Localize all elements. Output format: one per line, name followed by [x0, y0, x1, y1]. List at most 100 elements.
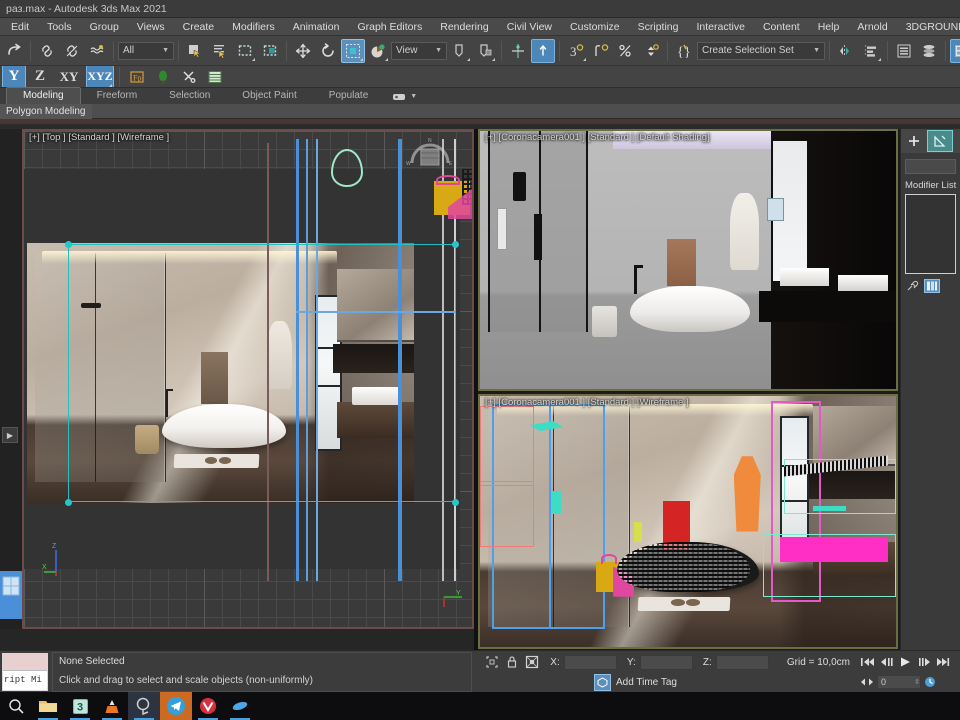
- select-and-move-icon[interactable]: [291, 39, 315, 63]
- camera-shaded-viewport[interactable]: [+] [Coronacamera001 ] [Standard ] [Defa…: [478, 129, 898, 391]
- select-object-icon[interactable]: [183, 39, 207, 63]
- menu-graph-editors[interactable]: Graph Editors: [348, 18, 431, 36]
- select-link-icon[interactable]: [35, 39, 59, 63]
- pin-stack-icon[interactable]: [905, 279, 921, 293]
- tab-freeform[interactable]: Freeform: [81, 88, 154, 104]
- mirror-icon[interactable]: [834, 39, 858, 63]
- menu-views[interactable]: Views: [128, 18, 174, 36]
- go-to-end-icon[interactable]: [936, 656, 950, 668]
- spinner-arrows-icon[interactable]: ⇳: [914, 676, 920, 689]
- file-explorer-icon[interactable]: [32, 692, 64, 720]
- menu-content[interactable]: Content: [754, 18, 809, 36]
- menu-customize[interactable]: Customize: [561, 18, 629, 36]
- x-field[interactable]: [563, 654, 617, 670]
- selection-handle-tr[interactable]: [452, 241, 459, 248]
- menu-animation[interactable]: Animation: [284, 18, 349, 36]
- go-to-start-icon[interactable]: [860, 656, 876, 668]
- key-mode-icon[interactable]: [860, 677, 874, 687]
- menu-edit[interactable]: Edit: [2, 18, 38, 36]
- function-plot-icon[interactable]: Fp: [125, 66, 149, 87]
- material-editor-icon[interactable]: [950, 38, 960, 63]
- ribbon-panel-label[interactable]: Polygon Modeling: [0, 103, 92, 119]
- next-frame-icon[interactable]: [917, 656, 933, 668]
- vlc-icon[interactable]: [96, 692, 128, 720]
- camera-wireframe-viewport[interactable]: [+] [Coronacamera001 ] [Standard ] [Wire…: [478, 394, 898, 649]
- select-and-rotate-icon[interactable]: [316, 39, 340, 63]
- show-end-result-icon[interactable]: [924, 279, 940, 293]
- reference-coordinate-combo[interactable]: View ▼: [391, 41, 447, 60]
- select-and-scale-icon[interactable]: [341, 38, 365, 63]
- calculator-icon[interactable]: 3: [64, 692, 96, 720]
- tab-modeling[interactable]: Modeling: [6, 87, 81, 104]
- menu-rendering[interactable]: Rendering: [431, 18, 497, 36]
- menu-group[interactable]: Group: [81, 18, 128, 36]
- view-cube[interactable]: N W E: [404, 133, 456, 179]
- browser-icon[interactable]: [224, 692, 256, 720]
- camera-shaded-viewport-label[interactable]: [+] [Coronacamera001 ] [Standard ] [Defa…: [485, 132, 710, 143]
- selection-lock-icon[interactable]: [484, 654, 500, 671]
- top-viewport-label[interactable]: [+] [Top ] [Standard ] [Wireframe ]: [29, 132, 169, 143]
- render-plane-object[interactable]: [27, 243, 414, 503]
- play-animation-icon[interactable]: [898, 656, 914, 668]
- reference-coord-icon[interactable]: [366, 39, 390, 63]
- viewport-splitter-vertical[interactable]: [474, 129, 478, 650]
- menu-create[interactable]: Create: [174, 18, 224, 36]
- ribbon-options-button[interactable]: ▼: [384, 89, 425, 104]
- layer-explorer-icon[interactable]: [892, 39, 916, 63]
- axis-constraint-xyz[interactable]: XYZ: [86, 66, 114, 87]
- window-crossing-icon[interactable]: [258, 39, 282, 63]
- modifier-stack-list[interactable]: [905, 194, 956, 274]
- snaps-toggle-icon[interactable]: 3: [564, 39, 588, 63]
- tab-selection[interactable]: Selection: [153, 88, 226, 104]
- camera-wireframe-viewport-label[interactable]: [+] [Coronacamera001 ] [Standard ] [Wire…: [485, 397, 689, 408]
- scene-explorer-icon[interactable]: [917, 39, 941, 63]
- percent-snap-icon[interactable]: [614, 39, 638, 63]
- use-pivot-center-icon[interactable]: [448, 39, 472, 63]
- telegram-icon[interactable]: [160, 692, 192, 720]
- tree-plant-icon[interactable]: [151, 66, 175, 87]
- lock-icon[interactable]: [504, 654, 520, 671]
- selection-handle-tl[interactable]: [65, 241, 72, 248]
- rect-select-region-icon[interactable]: [233, 39, 257, 63]
- spreadsheet-icon[interactable]: [203, 66, 227, 87]
- axis-constraint-z[interactable]: Z: [28, 66, 52, 87]
- menu-help[interactable]: Help: [809, 18, 849, 36]
- spinner-snap-icon[interactable]: [639, 39, 663, 63]
- align-icon[interactable]: [859, 39, 883, 63]
- viewport-splitter-horizontal[interactable]: [0, 629, 474, 650]
- menu-tools[interactable]: Tools: [38, 18, 81, 36]
- add-time-tag-group[interactable]: Add Time Tag: [594, 673, 677, 691]
- create-tab[interactable]: [901, 130, 927, 152]
- previous-frame-icon[interactable]: [879, 656, 895, 668]
- y-field[interactable]: [639, 654, 693, 670]
- menu-interactive[interactable]: Interactive: [687, 18, 753, 36]
- menu-scripting[interactable]: Scripting: [629, 18, 688, 36]
- selection-filter-combo[interactable]: All ▼: [118, 41, 174, 60]
- use-selection-center-icon[interactable]: [473, 39, 497, 63]
- utilities-icon[interactable]: [177, 66, 201, 87]
- named-selection-sets-icon[interactable]: {}: [672, 39, 696, 63]
- object-name-field[interactable]: [905, 159, 956, 174]
- top-viewport[interactable]: N W E Z X Y [+] [Top] [Standard] [Wire…: [22, 129, 474, 629]
- axis-constraint-y[interactable]: Y: [2, 66, 26, 87]
- select-by-name-icon[interactable]: [208, 39, 232, 63]
- gutter-expand-button[interactable]: ▶: [2, 427, 18, 443]
- tab-populate[interactable]: Populate: [313, 88, 384, 104]
- menu-civil-view[interactable]: Civil View: [498, 18, 561, 36]
- bind-spacewarp-icon[interactable]: [85, 39, 109, 63]
- menu-arnold[interactable]: Arnold: [848, 18, 896, 36]
- absolute-relative-icon[interactable]: [524, 654, 540, 671]
- unlink-icon[interactable]: [60, 39, 84, 63]
- select-and-place-icon[interactable]: [531, 38, 555, 63]
- selection-set-combo[interactable]: Create Selection Set ▼: [697, 41, 825, 60]
- search-icon[interactable]: [0, 692, 32, 720]
- angle-snap-icon[interactable]: [589, 39, 613, 63]
- gutter-blue-block[interactable]: [0, 571, 22, 619]
- time-configuration-icon[interactable]: [924, 676, 938, 688]
- z-field[interactable]: [715, 654, 769, 670]
- selection-handle-br[interactable]: [452, 499, 459, 506]
- align-center-icon[interactable]: [506, 39, 530, 63]
- vivaldi-icon[interactable]: [192, 692, 224, 720]
- redo-icon[interactable]: [2, 39, 26, 63]
- menu-3dground[interactable]: 3DGROUND: [897, 18, 960, 36]
